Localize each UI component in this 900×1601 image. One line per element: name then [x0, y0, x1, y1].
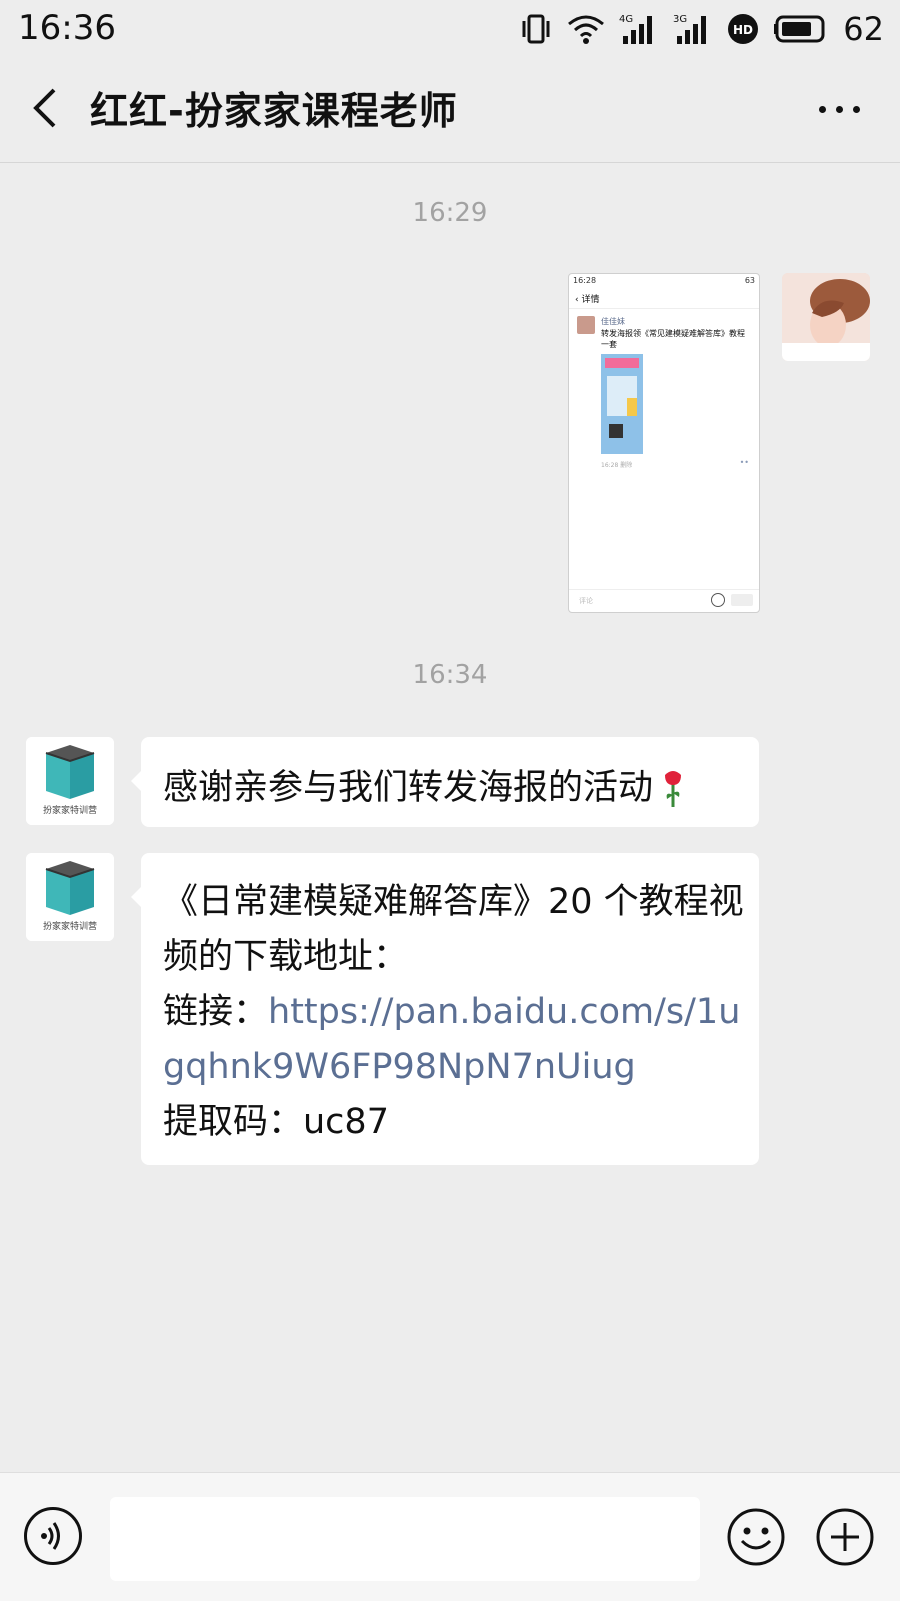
screenshot-poster-name: 佳佳妹: [601, 317, 625, 326]
avatar-logo-text: 扮家家特训营: [42, 806, 97, 816]
message-text: 《日常建模疑难解答库》20 个教程视频的下载地址：: [163, 882, 744, 977]
screenshot-battery: 63: [744, 276, 755, 285]
screenshot-comment-placeholder: 评论: [579, 597, 593, 605]
status-icons: 4G 3G HD 62: [519, 10, 884, 48]
back-icon[interactable]: [30, 86, 60, 130]
extraction-code: 提取码：uc87: [163, 1102, 389, 1142]
signal-icon-secondary: 3G: [673, 14, 707, 44]
message-input[interactable]: [110, 1497, 700, 1581]
screenshot-send-button: [731, 594, 753, 606]
voice-icon: [41, 1522, 60, 1550]
screenshot-emoji-icon: [711, 593, 725, 607]
network-4g-label: 4G: [619, 14, 633, 25]
voice-button[interactable]: [24, 1507, 82, 1565]
battery-icon: [774, 15, 825, 43]
screenshot-status-bar: 16:28 63: [569, 274, 759, 290]
screenshot-comment-bar: 评论: [569, 589, 759, 612]
screenshot-avatar: [577, 316, 595, 334]
network-3g-label: 3G: [673, 14, 687, 25]
status-bar: 16:36 4G 3G HD 62: [0, 0, 900, 58]
link-label: 链接：: [163, 992, 269, 1032]
battery-level: 62: [843, 10, 884, 48]
chat-header: 红红-扮家家课程老师: [0, 58, 900, 163]
contact-avatar[interactable]: 扮家家特训营: [26, 853, 114, 941]
message-link-row: 链接：https://pan.baidu.com/s/1ugqhnk9W6FP9…: [163, 985, 753, 1095]
message-text-block: 《日常建模疑难解答库》20 个教程视频的下载地址： 链接：https://pan…: [163, 875, 753, 1150]
wifi-icon: [568, 15, 605, 44]
vibrate-icon: [522, 14, 550, 44]
input-bar: [0, 1472, 900, 1601]
message-timestamp: 16:34: [412, 660, 488, 690]
emoji-icon[interactable]: [726, 1507, 786, 1567]
chat-title: 红红-扮家家课程老师: [90, 89, 458, 133]
message-text-row: 感谢亲参与我们转发海报的活动: [163, 759, 685, 810]
hd-icon: HD: [728, 14, 759, 44]
screenshot-header: ‹ 详情: [569, 290, 759, 309]
my-avatar[interactable]: [782, 273, 870, 361]
image-message[interactable]: 16:28 63 ‹ 详情 佳佳妹 转发海报领《常见建模疑难解答库》教程一套 1…: [568, 273, 760, 613]
message-bubble[interactable]: 《日常建模疑难解答库》20 个教程视频的下载地址： 链接：https://pan…: [131, 853, 759, 1165]
message-bubble[interactable]: 感谢亲参与我们转发海报的活动: [131, 737, 759, 827]
message-timestamp: 16:29: [412, 198, 488, 228]
screenshot-header-title: 详情: [581, 295, 600, 305]
screenshot-meta: 16:28 删除: [601, 462, 633, 469]
screenshot-more-icon: ••: [739, 458, 749, 467]
avatar-photo: [782, 273, 870, 361]
hd-label: HD: [733, 23, 753, 37]
avatar-logo-text: 扮家家特训营: [42, 922, 97, 932]
screenshot-time: 16:28: [573, 276, 597, 285]
contact-avatar[interactable]: 扮家家特训营: [26, 737, 114, 825]
more-icon[interactable]: [819, 106, 860, 113]
message-text: 感谢亲参与我们转发海报的活动: [163, 768, 654, 808]
screenshot-poster-text: 转发海报领《常见建模疑难解答库》教程一套: [601, 329, 745, 349]
plus-icon[interactable]: [815, 1507, 875, 1567]
signal-icon: 4G: [619, 14, 653, 44]
rose-icon: [665, 771, 682, 807]
screenshot-poster-image: [601, 354, 643, 454]
status-time: 16:36: [18, 8, 116, 48]
